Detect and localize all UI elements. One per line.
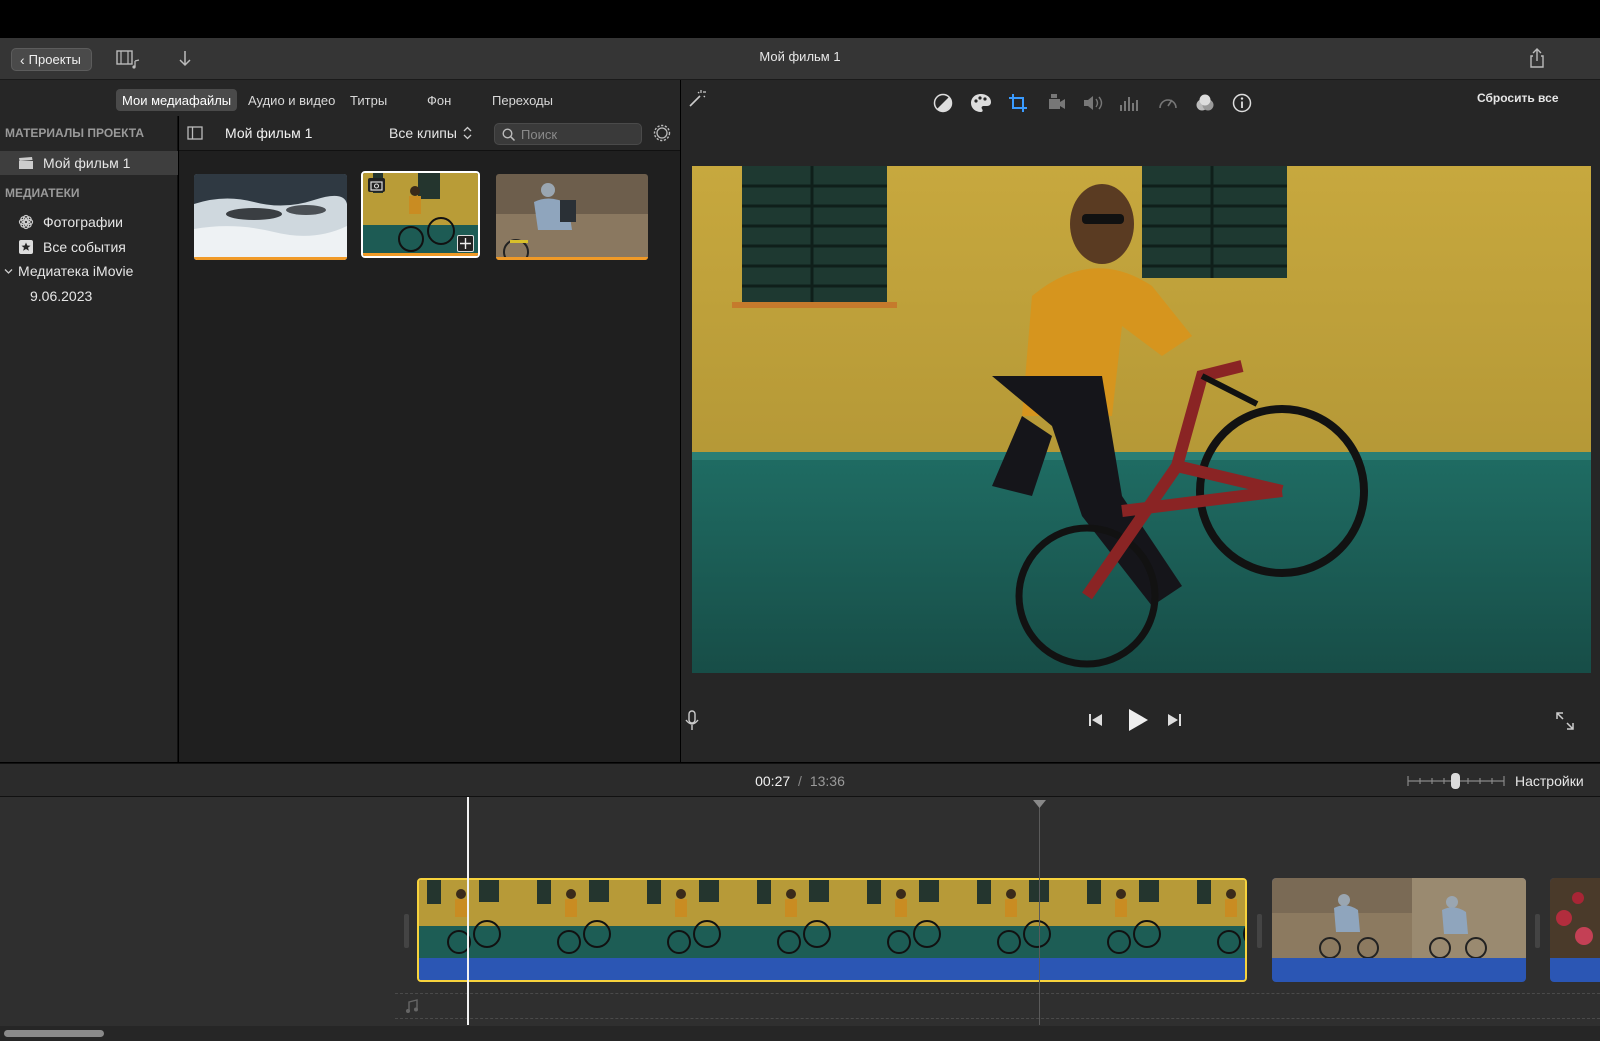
reset-all-button[interactable]: Сбросить все: [1477, 91, 1559, 105]
sidebar-item-event[interactable]: 9.06.2023: [0, 284, 178, 308]
tab-transitions[interactable]: Переходы: [486, 89, 559, 111]
photos-flower-icon: [18, 214, 34, 230]
media-thumbnail-bike-selected[interactable]: [361, 171, 480, 258]
skimmer-triangle-icon: [1033, 800, 1046, 808]
clapperboard-icon: [19, 157, 33, 169]
time-separator: /: [798, 773, 802, 789]
projects-label: Проекты: [28, 52, 81, 67]
cyclist-filmstrip: [1272, 878, 1526, 959]
info-icon[interactable]: [1230, 91, 1254, 115]
seals-thumbnail-image: [194, 174, 347, 260]
viewer: [681, 126, 1600, 762]
timeline-scrollbar[interactable]: [4, 1030, 104, 1037]
fullscreen-icon[interactable]: [1555, 711, 1575, 731]
clip-filter-icon[interactable]: [1193, 91, 1217, 115]
sidebar-item-label: 9.06.2023: [30, 288, 93, 304]
total-time: 13:36: [809, 773, 845, 789]
browser-title: Мой фильм 1: [225, 125, 313, 141]
used-range-bar: [194, 257, 347, 260]
sidebar-item-all-events[interactable]: Все события: [0, 235, 178, 259]
media-thumbnail-seals[interactable]: [194, 174, 347, 260]
speed-gauge-icon[interactable]: [1156, 91, 1180, 115]
timeline-header: 00:27 / 13:36 Настройки: [0, 763, 1600, 797]
browser-tabs: Мои медиафайлы Аудио и видео Титры Фон П…: [0, 80, 680, 116]
music-note-icon: [406, 999, 418, 1013]
zoom-slider[interactable]: [1406, 772, 1506, 790]
audio-waveform: [419, 958, 1245, 980]
clip-filter-select[interactable]: Все клипы: [389, 125, 472, 141]
sidebar-item-label: Медиатека iMovie: [18, 263, 134, 279]
browser-bar: Мой фильм 1 Все клипы: [179, 116, 680, 151]
zoom-slider-knob: [1451, 773, 1460, 789]
magic-wand-icon[interactable]: [686, 88, 708, 110]
color-palette-icon[interactable]: [969, 91, 993, 115]
video-preview[interactable]: [692, 166, 1591, 673]
project-media-header: МАТЕРИАЛЫ ПРОЕКТА: [5, 126, 145, 140]
color-balance-icon[interactable]: [931, 91, 955, 115]
search-field[interactable]: [494, 123, 642, 145]
star-box-icon: [19, 240, 33, 254]
media-browser: Мой фильм 1 Все клипы: [179, 116, 680, 762]
sidebar-item-photos[interactable]: Фотографии: [0, 210, 178, 234]
chevron-down-icon[interactable]: [4, 267, 13, 276]
libraries-header: МЕДИАТЕКИ: [5, 186, 80, 200]
camera-icon: [368, 178, 385, 192]
timeline-clip-bike-selected[interactable]: [417, 878, 1247, 982]
sidebar: МАТЕРИАЛЫ ПРОЕКТА Мой фильм 1 МЕДИАТЕКИ …: [0, 116, 178, 762]
clip-trim-handle[interactable]: [404, 914, 409, 948]
timeline: [0, 797, 1600, 1041]
used-range-bar: [496, 257, 648, 260]
viewer-toolbar: Сбросить все: [681, 80, 1600, 126]
timeline-clip-flowers[interactable]: [1550, 878, 1600, 982]
skip-back-icon[interactable]: [1088, 712, 1104, 728]
sidebar-item-imovie-library[interactable]: Медиатека iMovie: [0, 259, 178, 283]
tab-backgrounds[interactable]: Фон: [421, 89, 457, 111]
volume-icon[interactable]: [1081, 91, 1105, 115]
search-icon: [502, 128, 516, 142]
skimmer-line: [1039, 805, 1040, 1025]
playhead[interactable]: [467, 797, 469, 1025]
timecode: 00:27 / 13:36: [0, 773, 1600, 789]
music-track[interactable]: [395, 993, 1600, 1019]
add-to-timeline-icon[interactable]: [457, 235, 474, 252]
projects-button[interactable]: ‹ Проекты: [11, 48, 92, 71]
toolbar: ‹ Проекты Мой фильм 1: [0, 38, 1600, 80]
import-arrow-icon[interactable]: [178, 50, 192, 68]
play-icon[interactable]: [1127, 708, 1149, 732]
tab-my-media[interactable]: Мои медиафайлы: [116, 89, 238, 111]
media-view-icon[interactable]: [116, 49, 142, 69]
clip-filter-label: Все клипы: [389, 125, 457, 141]
microphone-icon[interactable]: [683, 710, 701, 732]
current-time: 00:27: [755, 773, 791, 789]
sidebar-item-label: Мой фильм 1: [43, 155, 131, 171]
chevron-left-icon: ‹: [20, 51, 25, 68]
media-thumbnail-cyclist[interactable]: [496, 174, 648, 260]
crop-icon[interactable]: [1006, 91, 1030, 115]
flowers-filmstrip: [1550, 878, 1600, 958]
equalizer-icon[interactable]: [1118, 91, 1142, 115]
cyclist-thumbnail-image: [496, 174, 648, 260]
timeline-clip-cyclist[interactable]: [1272, 878, 1526, 982]
tab-audio-video[interactable]: Аудио и видео: [242, 89, 341, 111]
timeline-settings-button[interactable]: Настройки: [1515, 773, 1584, 789]
timeline-scroll-track: [0, 1026, 1600, 1041]
sidebar-item-label: Все события: [43, 239, 126, 255]
gear-icon[interactable]: [652, 123, 672, 143]
sidebar-item-label: Фотографии: [43, 214, 124, 230]
search-input[interactable]: [521, 126, 636, 142]
clip-trim-handle[interactable]: [1257, 914, 1262, 948]
tab-titles[interactable]: Титры: [344, 89, 393, 111]
up-down-chevron-icon: [463, 126, 472, 140]
clip-trim-handle[interactable]: [1535, 914, 1540, 948]
bike-rider-video-frame: [692, 166, 1591, 673]
sidebar-toggle-icon[interactable]: [187, 126, 203, 140]
movie-title: Мой фильм 1: [759, 49, 841, 64]
bike-filmstrip: [419, 880, 1245, 959]
skip-forward-icon[interactable]: [1166, 712, 1182, 728]
sidebar-item-my-movie[interactable]: Мой фильм 1: [0, 151, 178, 175]
used-range-bar: [363, 253, 478, 256]
stabilization-camera-icon[interactable]: [1044, 91, 1068, 115]
share-icon[interactable]: [1528, 47, 1546, 69]
